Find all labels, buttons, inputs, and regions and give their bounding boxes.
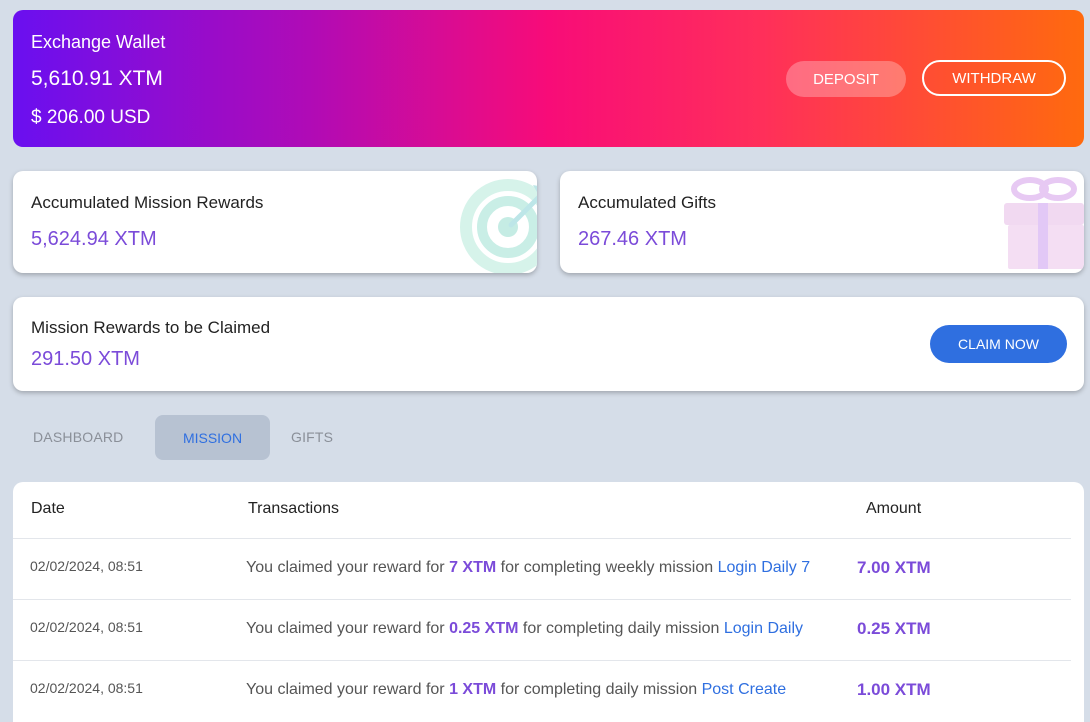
tab-mission[interactable]: MISSION [155, 415, 270, 460]
description-text: You claimed your reward for [246, 620, 450, 637]
claim-now-button[interactable]: CLAIM NOW [930, 325, 1067, 363]
withdraw-button[interactable]: WITHDRAW [922, 60, 1066, 96]
rewards-to-claim-value: 291.50 XTM [31, 348, 140, 370]
row-date: 02/02/2024, 08:51 [30, 558, 143, 574]
description-text: for completing daily mission [518, 620, 724, 637]
wallet-balance-xtm: 5,610.91 XTM [31, 67, 163, 90]
wallet-balance-usd: $ 206.00 USD [31, 107, 151, 128]
reward-amount: 1 XTM [449, 681, 497, 698]
table-row: 02/02/2024, 08:51 You claimed your rewar… [13, 538, 1071, 600]
deposit-button[interactable]: DEPOSIT [786, 61, 906, 97]
column-header-date: Date [31, 500, 65, 517]
column-header-transactions: Transactions [248, 500, 339, 517]
description-text: for completing weekly mission [496, 559, 718, 576]
rewards-to-claim-card: Mission Rewards to be Claimed 291.50 XTM… [13, 297, 1084, 391]
wallet-title: Exchange Wallet [31, 32, 166, 52]
mission-rewards-value: 5,624.94 XTM [31, 228, 157, 250]
mission-rewards-card: Accumulated Mission Rewards 5,624.94 XTM [13, 171, 537, 273]
gift-icon [1004, 177, 1084, 269]
transactions-table: Date Transactions Amount 02/02/2024, 08:… [13, 482, 1084, 722]
target-icon [460, 179, 537, 273]
row-date: 02/02/2024, 08:51 [30, 619, 143, 635]
tab-gifts[interactable]: GIFTS [291, 429, 333, 445]
tab-dashboard[interactable]: DASHBOARD [33, 429, 123, 445]
column-header-amount: Amount [866, 500, 922, 517]
description-text: You claimed your reward for [246, 681, 450, 698]
gifts-label: Accumulated Gifts [578, 193, 716, 212]
row-amount: 7.00 XTM [857, 558, 931, 577]
row-description: You claimed your reward for 1 XTM for co… [246, 681, 786, 699]
description-text: for completing daily mission [496, 681, 702, 698]
mission-link[interactable]: Login Daily 7 [718, 559, 811, 576]
table-row: 02/02/2024, 08:51 You claimed your rewar… [13, 660, 1071, 722]
exchange-wallet-banner: Exchange Wallet 5,610.91 XTM $ 206.00 US… [13, 10, 1084, 147]
table-row: 02/02/2024, 08:51 You claimed your rewar… [13, 599, 1071, 661]
row-date: 02/02/2024, 08:51 [30, 680, 143, 696]
row-amount: 0.25 XTM [857, 619, 931, 638]
mission-link[interactable]: Post Create [702, 681, 786, 698]
mission-link[interactable]: Login Daily [724, 620, 803, 637]
description-text: You claimed your reward for [246, 559, 450, 576]
row-description: You claimed your reward for 0.25 XTM for… [246, 620, 803, 638]
reward-amount: 7 XTM [449, 559, 497, 576]
row-description: You claimed your reward for 7 XTM for co… [246, 559, 810, 577]
row-amount: 1.00 XTM [857, 680, 931, 699]
rewards-to-claim-label: Mission Rewards to be Claimed [31, 318, 271, 337]
reward-amount: 0.25 XTM [449, 620, 519, 637]
mission-rewards-label: Accumulated Mission Rewards [31, 193, 264, 212]
gifts-value: 267.46 XTM [578, 228, 687, 250]
gifts-card: Accumulated Gifts 267.46 XTM [560, 171, 1084, 273]
